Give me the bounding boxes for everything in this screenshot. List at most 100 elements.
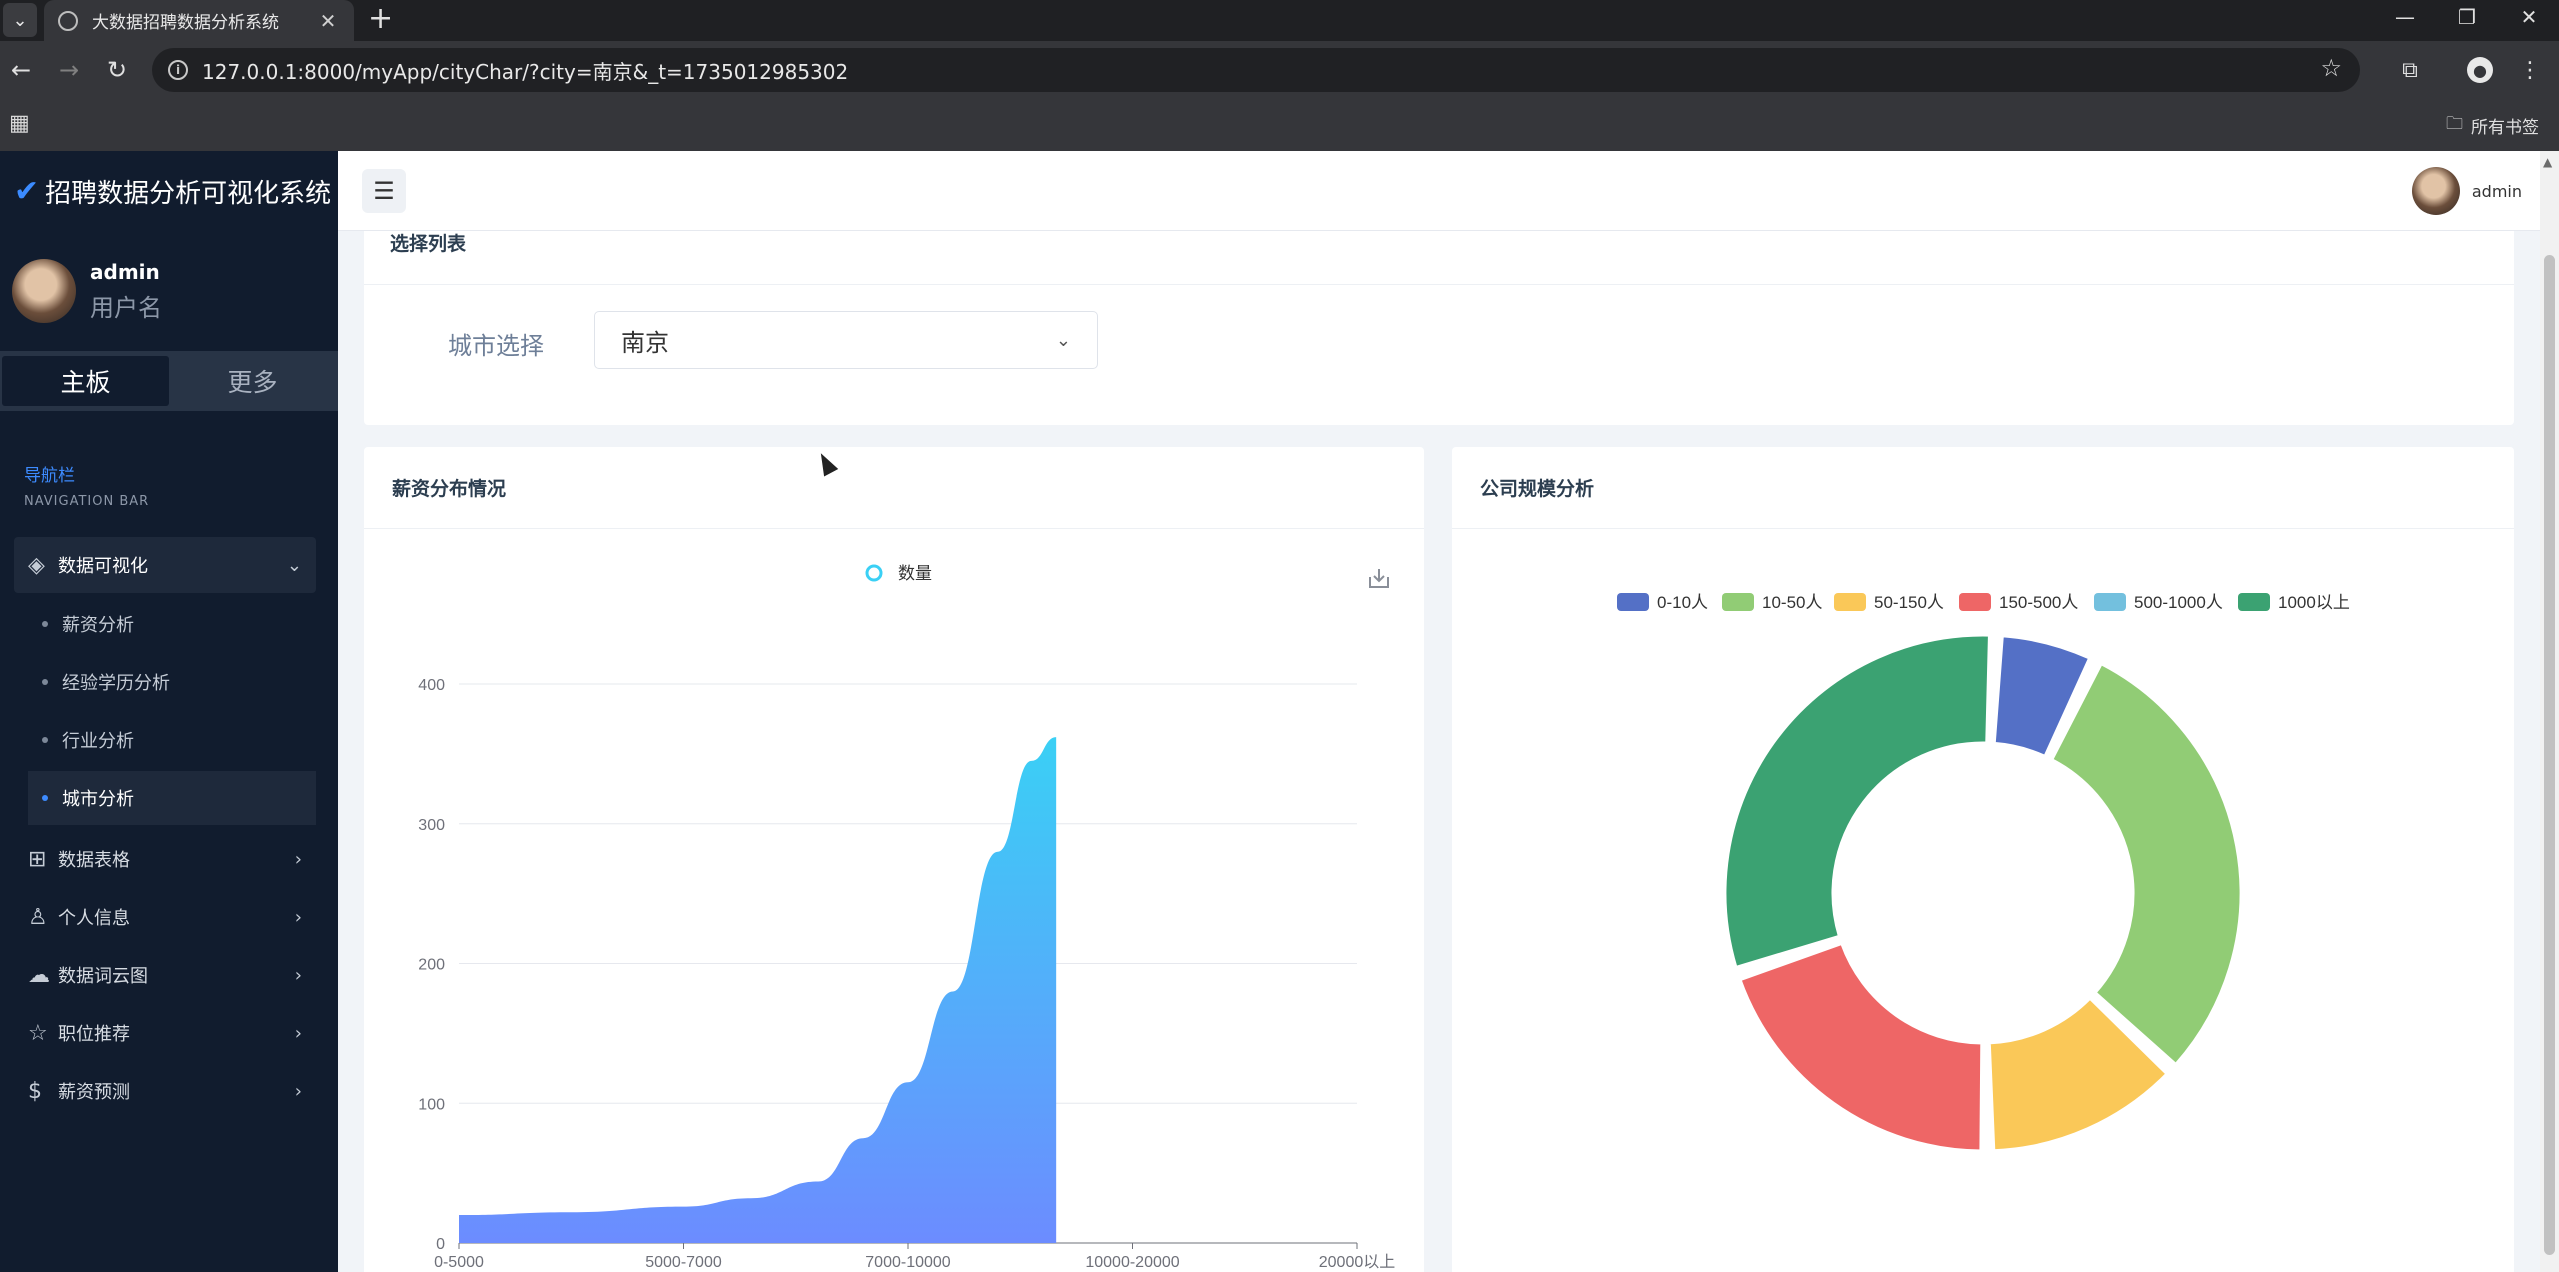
- minimize-icon[interactable]: —: [2375, 0, 2435, 34]
- submenu-experience-education[interactable]: 经验学历分析: [28, 655, 316, 709]
- menu-job-recommendation[interactable]: ☆ 职位推荐 ›: [14, 1005, 316, 1061]
- browser-toolbar: ← → ↻ i 127.0.0.1:8000/myApp/cityChar/?c…: [0, 41, 2559, 97]
- x-tick-label: 5000-7000: [645, 1254, 722, 1271]
- menu-data-visualization-label: 数据可视化: [58, 556, 148, 577]
- nav-header-en: NAVIGATION BAR: [24, 494, 150, 509]
- chevron-right-icon: ›: [294, 1022, 302, 1044]
- new-tab-button[interactable]: +: [368, 2, 393, 36]
- restore-icon[interactable]: ❐: [2437, 0, 2497, 34]
- reload-icon[interactable]: ↻: [100, 53, 134, 87]
- menu-personal-info[interactable]: ♙ 个人信息 ›: [14, 889, 316, 945]
- download-icon: [1369, 569, 1389, 588]
- tab-title: 大数据招聘数据分析系统: [92, 13, 279, 33]
- bookmarks-bar: ▦ 🗀 所有书签: [0, 97, 2559, 151]
- logo-icon: ✔: [14, 173, 40, 209]
- forward-icon[interactable]: →: [52, 53, 86, 87]
- dollar-icon: $: [28, 1078, 42, 1104]
- all-bookmarks-folder[interactable]: 🗀 所有书签: [2446, 111, 2539, 140]
- menu-label: 薪资预测: [58, 1082, 130, 1103]
- submenu-salary-analysis[interactable]: 薪资分析: [28, 597, 316, 651]
- legend-swatch: [1959, 593, 1991, 611]
- top-header: ☰ admin: [338, 151, 2540, 231]
- nav-header: 导航栏 NAVIGATION BAR: [24, 461, 149, 509]
- menu-label: 数据词云图: [58, 966, 148, 987]
- extensions-icon[interactable]: ⧉: [2393, 53, 2427, 87]
- table-icon: ⊞: [28, 846, 47, 872]
- browser-menu-icon[interactable]: ⋮: [2513, 53, 2547, 87]
- tab-more[interactable]: 更多: [169, 356, 336, 406]
- chevron-right-icon: ›: [294, 848, 302, 870]
- y-tick-label: 0: [436, 1236, 445, 1253]
- filter-card: 选择列表 城市选择 南京 ⌄: [364, 231, 2514, 425]
- legend-label-quantity: 数量: [898, 564, 932, 583]
- tab-main-board[interactable]: 主板: [2, 356, 169, 406]
- tab-close-icon[interactable]: ✕: [316, 9, 340, 33]
- salary-area-chart: 0 100 200 300 400 0-5000 5000-7000 7000-10000 10…: [418, 564, 1396, 1271]
- apps-grid-icon[interactable]: ▦: [9, 111, 30, 136]
- sidebar-user-name: admin: [90, 259, 160, 284]
- all-bookmarks-label: 所有书签: [2471, 118, 2539, 138]
- legend-swatch: [1617, 593, 1649, 611]
- bullet-icon: [42, 737, 48, 743]
- menu-toggle-icon[interactable]: ☰: [362, 169, 406, 213]
- legend-label: 0-10人: [1657, 593, 1708, 612]
- legend-label: 500-1000人: [2134, 593, 2223, 612]
- scroll-up-icon[interactable]: ▲: [2543, 155, 2552, 169]
- layers-icon: ◈: [28, 552, 45, 578]
- browser-tab[interactable]: 大数据招聘数据分析系统 ✕: [44, 0, 354, 41]
- bullet-icon: [42, 795, 48, 801]
- page-scrollbar[interactable]: ▲: [2540, 151, 2559, 1272]
- bullet-icon: [42, 679, 48, 685]
- legend-label: 50-150人: [1874, 593, 1944, 612]
- scrollbar-thumb[interactable]: [2544, 255, 2555, 1255]
- submenu-label: 经验学历分析: [62, 673, 170, 694]
- chevron-down-icon: ⌄: [286, 554, 302, 576]
- menu-salary-prediction[interactable]: $ 薪资预测 ›: [14, 1063, 316, 1119]
- back-icon[interactable]: ←: [4, 53, 38, 87]
- sidebar-tabs: 主板 更多: [0, 351, 338, 411]
- header-user-name: admin: [2471, 181, 2522, 201]
- company-size-card: 公司规模分析 0-10人 10-50人 50-150人 150-500人 500-100…: [1452, 447, 2514, 1272]
- submenu-label: 行业分析: [62, 731, 134, 752]
- x-tick-label: 7000-10000: [865, 1254, 951, 1271]
- tab-search-button[interactable]: ⌄: [3, 3, 37, 37]
- menu-data-visualization[interactable]: ◈ 数据可视化 ⌄: [14, 537, 316, 593]
- brand-title: 招聘数据分析可视化系统: [45, 178, 332, 209]
- company-card-title: 公司规模分析: [1480, 478, 1595, 500]
- legend-swatch: [1722, 593, 1754, 611]
- city-select[interactable]: 南京 ⌄: [594, 311, 1098, 369]
- profile-icon: ●: [2467, 57, 2493, 83]
- legend-swatch: [2094, 593, 2126, 611]
- browser-tabstrip: ⌄ 大数据招聘数据分析系统 ✕ + — ❐ ✕: [0, 0, 2559, 41]
- bullet-icon: [42, 621, 48, 627]
- window-close-icon[interactable]: ✕: [2499, 0, 2559, 34]
- url-text[interactable]: 127.0.0.1:8000/myApp/cityChar/?city=南京&_…: [202, 56, 848, 85]
- menu-data-table[interactable]: ⊞ 数据表格 ›: [14, 831, 316, 887]
- brand[interactable]: ✔ 招聘数据分析可视化系统: [0, 151, 338, 231]
- site-info-icon[interactable]: i: [168, 60, 188, 80]
- menu-word-cloud[interactable]: ☁ 数据词云图 ›: [14, 947, 316, 1003]
- menu-label: 职位推荐: [58, 1024, 130, 1045]
- sidebar: ✔ 招聘数据分析可视化系统 admin 用户名 主板 更多 导航栏 NAVIGA…: [0, 151, 338, 1272]
- nav-header-cn: 导航栏: [24, 466, 75, 486]
- avatar: [12, 259, 76, 323]
- header-user[interactable]: admin: [2411, 167, 2522, 215]
- donut-slice-3: [1738, 941, 1984, 1153]
- submenu-industry-analysis[interactable]: 行业分析: [28, 713, 316, 767]
- submenu-label: 薪资分析: [62, 615, 134, 636]
- donut-slice-1: [2050, 662, 2243, 1066]
- sidebar-user-role: 用户名: [90, 293, 162, 322]
- legend-swatch: [1834, 593, 1866, 611]
- legend-marker-quantity: [865, 564, 883, 582]
- submenu-label: 城市分析: [62, 789, 134, 810]
- y-tick-label: 400: [418, 677, 445, 694]
- y-tick-label: 200: [418, 957, 445, 974]
- menu-label: 个人信息: [58, 908, 130, 929]
- submenu-city-analysis[interactable]: 城市分析: [28, 771, 316, 825]
- company-size-donut-chart: 0-10人 10-50人 50-150人 150-500人 500-1000人 1000以…: [1617, 593, 2350, 1153]
- profile-button[interactable]: ●: [2463, 53, 2497, 87]
- download-icon-path: [1369, 569, 1389, 588]
- x-tick-label: 20000以上: [1319, 1253, 1396, 1271]
- address-bar[interactable]: i 127.0.0.1:8000/myApp/cityChar/?city=南京…: [152, 48, 2360, 92]
- bookmark-star-icon[interactable]: ☆: [2320, 54, 2342, 82]
